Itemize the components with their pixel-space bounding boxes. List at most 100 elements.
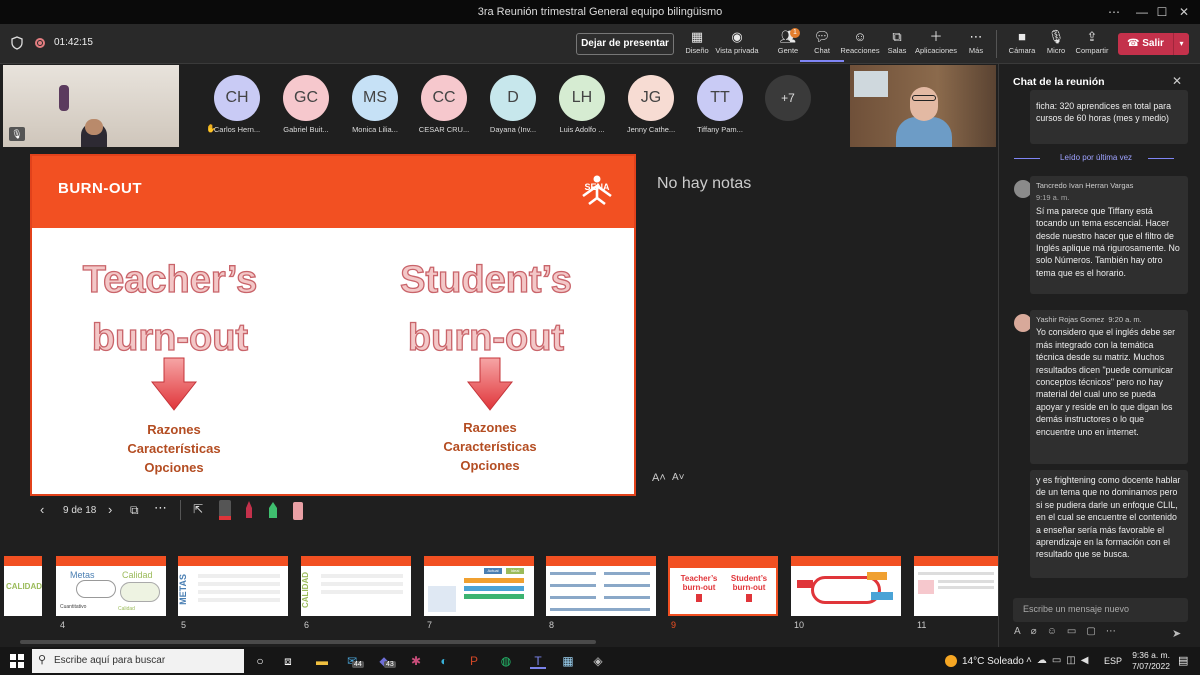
more-participants-button[interactable]: +7: [765, 75, 811, 121]
close-icon[interactable]: ✕: [1176, 4, 1192, 20]
ellipsis-icon: ⋯: [969, 29, 983, 44]
participant-avatar[interactable]: GC: [283, 75, 329, 121]
edge-icon[interactable]: ◐: [436, 653, 452, 669]
tray-icons[interactable]: ˄☁▭◫◀: [1026, 655, 1093, 666]
thumbnail-number: 5: [181, 620, 187, 630]
toolbar-divider: [996, 30, 997, 58]
participant-avatar[interactable]: JG: [628, 75, 674, 121]
eraser-icon[interactable]: [293, 502, 303, 520]
highlighter-icon[interactable]: [268, 500, 278, 520]
participant-avatar[interactable]: LH: [559, 75, 605, 121]
participant-avatar[interactable]: TT: [697, 75, 743, 121]
slide-counter: 9 de 18: [63, 505, 97, 516]
slide-thumbnail-4[interactable]: Metas Calidad Cuantitativo Calidad: [56, 556, 166, 616]
leave-dropdown-icon[interactable]: ▾: [1173, 33, 1189, 55]
participant-avatar[interactable]: D: [490, 75, 536, 121]
slide-thumbnail-7[interactable]: Actual Ideal: [424, 556, 534, 616]
file-explorer-icon[interactable]: ▬: [314, 653, 330, 669]
minimize-icon[interactable]: —: [1134, 4, 1150, 20]
mail-badge: 44: [352, 661, 364, 668]
right-title-line1: Student’s: [399, 259, 572, 301]
thumbnail-number: 9: [671, 620, 677, 630]
slide-thumbnail-10[interactable]: [791, 556, 901, 616]
participant-avatar[interactable]: CH: [214, 75, 260, 121]
font-decrease-button[interactable]: A˅: [672, 472, 685, 483]
send-icon[interactable]: ➤: [1172, 627, 1181, 640]
teams-icon[interactable]: T: [530, 653, 546, 669]
maximize-icon[interactable]: ☐: [1154, 4, 1170, 20]
weather-text[interactable]: 14°C Soleado: [962, 656, 1024, 667]
cortana-icon[interactable]: ○: [252, 653, 268, 669]
sena-logo: SENA: [577, 174, 617, 212]
language-indicator[interactable]: ESP: [1104, 656, 1122, 666]
whatsapp-icon[interactable]: ◍: [498, 653, 514, 669]
emoji-icon[interactable]: ☺: [1047, 626, 1067, 637]
participant-avatar[interactable]: CC: [421, 75, 467, 121]
recording-icon: [35, 38, 45, 48]
participant-name: Luis Adolfo ...: [559, 125, 605, 134]
sticker-icon[interactable]: ▢: [1086, 626, 1105, 637]
video-tile-left[interactable]: 🎙︎: [3, 65, 179, 147]
chat-message: Yashir Rojas Gomez 9:20 a. m. Yo conside…: [1030, 310, 1188, 464]
windows-start-icon[interactable]: [10, 654, 24, 668]
stop-presenting-button[interactable]: Dejar de presentar: [576, 33, 674, 55]
person-shirt: [896, 117, 952, 147]
format-icon[interactable]: A: [1014, 626, 1031, 637]
marker-icon[interactable]: [244, 500, 254, 520]
private-view-button[interactable]: ◉ Vista privada: [714, 28, 760, 62]
more-options-icon[interactable]: ⋯: [1106, 4, 1122, 20]
pointer-icon[interactable]: ⇱: [193, 502, 203, 516]
phone-icon: ☎: [1127, 38, 1143, 49]
thumbnail-number: 10: [794, 620, 805, 630]
slide-thumbnail-5[interactable]: METAS: [178, 556, 288, 616]
thumbnail-number: 11: [917, 620, 927, 630]
grid-view-icon[interactable]: ⧉: [130, 503, 139, 518]
slide-thumbnail-9-current[interactable]: Teacher’s burn-out Student’s burn-out: [668, 556, 778, 616]
clock[interactable]: 9:36 a. m. 7/07/2022: [1128, 650, 1170, 672]
app-icon[interactable]: ✱: [408, 653, 424, 669]
app-badge: 43: [384, 661, 396, 668]
share-button[interactable]: ⇪ Compartir: [1070, 28, 1114, 62]
task-view-icon[interactable]: ⧈: [280, 653, 296, 669]
meeting-toolbar: 01:42:15 Dejar de presentar ▦ Diseño ◉ Vis…: [0, 24, 1200, 64]
next-slide-icon[interactable]: ›: [108, 502, 112, 517]
slide-thumbnail-11[interactable]: [914, 556, 998, 616]
layout-button[interactable]: ▦ Diseño: [675, 28, 719, 62]
more-options-icon[interactable]: ⋯: [154, 500, 167, 516]
app-icon[interactable]: ◈: [590, 653, 606, 669]
window-title: 3ra Reunión trimestral General equipo bi…: [477, 6, 723, 18]
presentation-slide[interactable]: BURN-OUT SENA Teacher’s burn-out Student…: [30, 154, 636, 496]
prev-slide-icon[interactable]: ‹: [40, 502, 44, 517]
glasses-icon: [912, 95, 936, 101]
taskbar-search-input[interactable]: ⚲ Escribe aquí para buscar: [32, 649, 244, 673]
slide-header: BURN-OUT SENA: [32, 156, 634, 228]
chat-message: y es frightening como docente hablar de …: [1030, 470, 1188, 578]
more-compose-icon[interactable]: ⋯: [1106, 626, 1126, 637]
chat-compose-input[interactable]: Escribe un mensaje nuevo: [1013, 598, 1188, 622]
calculator-icon[interactable]: ▦: [560, 653, 576, 669]
slide-thumbnail-partial[interactable]: CALIDAD: [4, 556, 42, 616]
powerpoint-icon[interactable]: P: [466, 653, 482, 669]
eye-icon: ◉: [731, 29, 743, 44]
windows-taskbar: ⚲ Escribe aquí para buscar ○ ⧈ ▬ ✉ 44 ◆ …: [0, 647, 1200, 675]
person-head: [910, 87, 938, 121]
thumbnail-scrollbar[interactable]: [20, 640, 596, 644]
participant-avatar[interactable]: MS: [352, 75, 398, 121]
person-head: [85, 119, 103, 135]
leave-button[interactable]: ☎ Salir: [1118, 33, 1173, 55]
more-button[interactable]: ⋯ Más: [954, 28, 998, 62]
meeting-timer: 01:42:15: [54, 37, 93, 48]
apps-button[interactable]: ＋ Aplicaciones: [914, 28, 958, 62]
notifications-icon[interactable]: ▤: [1178, 654, 1188, 667]
attach-icon[interactable]: ⌀: [1031, 626, 1047, 637]
search-icon: ⚲: [38, 654, 47, 666]
pen-icon[interactable]: [219, 500, 231, 520]
close-chat-icon[interactable]: ✕: [1172, 74, 1182, 88]
slide-thumbnail-6[interactable]: CALIDAD: [301, 556, 411, 616]
video-tile-right[interactable]: [850, 65, 996, 147]
gif-icon[interactable]: ▭: [1067, 626, 1086, 637]
rooms-button[interactable]: ⧉ Salas: [875, 28, 919, 62]
wall-decoration: [59, 85, 69, 111]
font-increase-button[interactable]: A˄: [652, 472, 666, 484]
slide-thumbnail-8[interactable]: [546, 556, 656, 616]
